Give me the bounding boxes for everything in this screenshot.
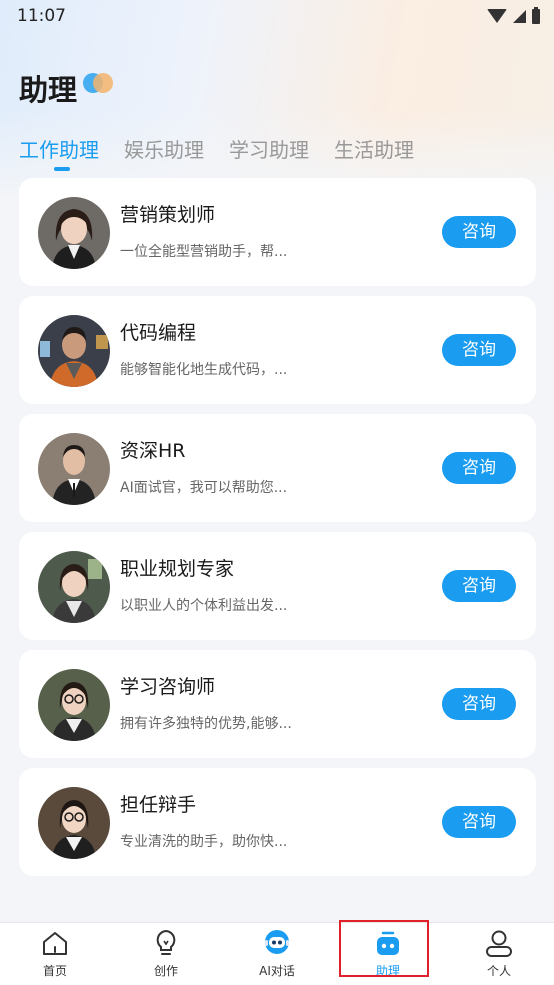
tab-life[interactable]: 生活助理 [334,134,414,174]
assistant-card[interactable]: 职业规划专家 以职业人的个体利益出发... 咨询 [19,532,536,640]
assistant-name: 职业规划专家 [120,558,235,580]
study-consultant-avatar [38,669,110,741]
title-decoration-icon [83,73,113,93]
lightbulb-icon [156,929,176,955]
nav-label: 首页 [42,964,67,978]
assistant-description: 拥有许多独特的优势,能够... [120,716,292,732]
debater-avatar [38,787,110,859]
signal-icon [513,9,526,23]
assistant-description: 以职业人的个体利益出发... [120,598,288,614]
assistant-card[interactable]: 担任辩手 专业清洗的助手，助你快... 咨询 [19,768,536,876]
bottom-navigation: 首页 创作 AI对话 助理 个人 [0,922,554,985]
consult-button[interactable]: 咨询 [442,452,516,484]
assistant-name: 资深HR [120,440,186,462]
assistant-list: 营销策划师 一位全能型营销助手，帮... 咨询 代码编程 能够智能化地生成代码，… [19,178,536,886]
nav-label: 创作 [153,964,178,978]
tab-entertainment[interactable]: 娱乐助理 [124,134,204,174]
nav-profile[interactable]: 个人 [444,923,554,983]
assistant-card[interactable]: 代码编程 能够智能化地生成代码，... 咨询 [19,296,536,404]
home-icon [43,932,67,955]
page-title: 助理 [19,73,78,107]
nav-label: AI对话 [259,964,295,978]
consult-button[interactable]: 咨询 [442,334,516,366]
robot-icon [265,930,289,954]
hr-man-avatar [38,433,110,505]
battery-icon [532,6,540,24]
tab-label: 娱乐助理 [124,138,204,162]
businesswoman-avatar [38,197,110,269]
tab-work[interactable]: 工作助理 [19,134,99,174]
tab-study[interactable]: 学习助理 [229,134,309,174]
status-icons [487,6,540,25]
consult-button[interactable]: 咨询 [442,216,516,248]
assistant-card[interactable]: 营销策划师 一位全能型营销助手，帮... 咨询 [19,178,536,286]
consult-button[interactable]: 咨询 [442,688,516,720]
assistant-card[interactable]: 资深HR AI面试官，我可以帮助您... 咨询 [19,414,536,522]
programmer-avatar [38,315,110,387]
nav-create[interactable]: 创作 [111,923,221,983]
assistant-description: AI面试官，我可以帮助您... [120,480,288,496]
category-tabs: 工作助理 娱乐助理 学习助理 生活助理 [19,134,439,174]
tab-label: 生活助理 [334,138,414,162]
assistant-description: 专业清洗的助手，助你快... [120,834,288,850]
status-time: 11:07 [17,6,66,26]
assistant-description: 一位全能型营销助手，帮... [120,244,288,260]
wifi-icon [487,9,507,23]
nav-label: 个人 [486,964,511,978]
nav-ai-chat[interactable]: AI对话 [222,923,332,983]
tab-label: 学习助理 [229,138,309,162]
active-tab-indicator [54,167,70,171]
tab-label: 工作助理 [19,138,99,162]
status-bar: 11:07 [0,0,554,32]
career-woman-avatar [38,551,110,623]
assistant-name: 代码编程 [120,322,197,344]
assistant-description: 能够智能化地生成代码，... [120,362,288,378]
assistant-name: 学习咨询师 [120,676,216,698]
assistant-card[interactable]: 学习咨询师 拥有许多独特的优势,能够... 咨询 [19,650,536,758]
person-icon [486,930,512,957]
consult-button[interactable]: 咨询 [442,570,516,602]
assistant-name: 营销策划师 [120,204,216,226]
highlight-box [339,920,429,977]
nav-home[interactable]: 首页 [0,923,110,983]
consult-button[interactable]: 咨询 [442,806,516,838]
assistant-name: 担任辩手 [120,794,197,816]
